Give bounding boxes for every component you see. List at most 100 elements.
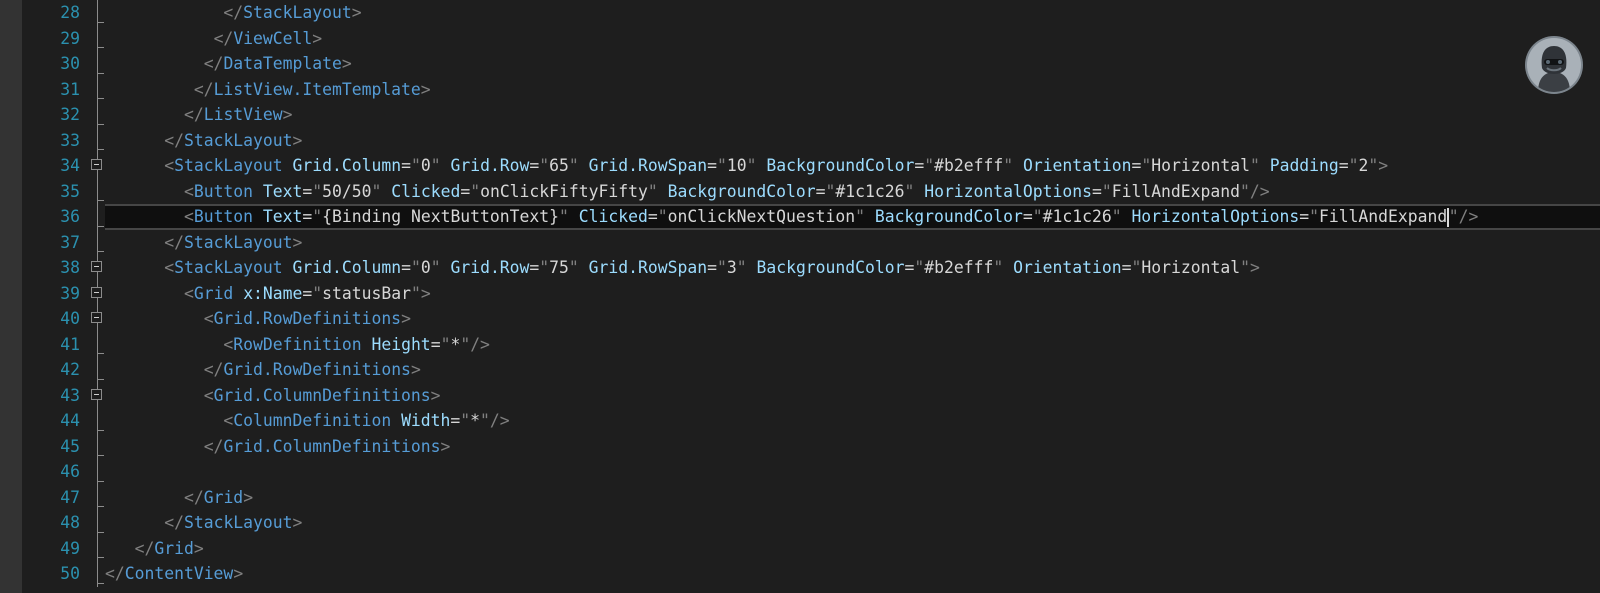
code-token: " [460, 411, 471, 430]
code-token: < [183, 283, 194, 303]
line-number: 28 [60, 3, 80, 22]
code-token: > [341, 54, 352, 73]
code-token: ListView [203, 105, 283, 124]
code-token: = [707, 156, 717, 175]
collapse-toggle-icon[interactable] [91, 388, 102, 400]
code-token: < [203, 385, 214, 405]
code-line[interactable]: <ColumnDefinition Width="*"/> [105, 408, 1600, 434]
code-token: " [410, 156, 421, 175]
collapse-toggle-icon[interactable] [91, 286, 102, 298]
code-token: Height [371, 334, 431, 354]
code-line[interactable]: <StackLayout Grid.Column="0" Grid.Row="6… [105, 153, 1600, 179]
fold-guide [80, 229, 108, 255]
code-token: /> [470, 334, 490, 354]
code-token: = [904, 258, 915, 277]
code-token: " [440, 334, 451, 354]
code-token: " [1448, 207, 1459, 226]
code-editor[interactable]: 28 29 30 31 32 33 34 35 36 37 38 39 40 41 42 43 44 45 46 47… [0, 0, 1600, 593]
code-token: " [1348, 156, 1359, 175]
line-number: 48 [60, 513, 80, 532]
fold-guide [80, 153, 108, 179]
collapse-toggle-icon[interactable] [91, 261, 102, 272]
code-line[interactable]: <Grid x:Name="statusBar"> [105, 281, 1600, 307]
code-line[interactable]: </DataTemplate> [105, 51, 1600, 77]
code-line[interactable]: </StackLayout> [105, 128, 1600, 154]
code-token: onClickFiftyFifty [480, 181, 648, 201]
code-line[interactable]: </Grid.ColumnDefinitions> [105, 434, 1600, 460]
fold-guide [80, 510, 108, 536]
code-line[interactable]: </Grid> [105, 485, 1600, 511]
code-token: > [193, 538, 204, 558]
code-token: Grid.RowDefinitions [213, 309, 402, 328]
code-line[interactable]: </Grid> [105, 536, 1600, 562]
code-token: " [1368, 156, 1379, 175]
code-line[interactable]: </ListView.ItemTemplate> [105, 77, 1600, 103]
code-token: " [1032, 207, 1043, 226]
code-line[interactable]: <Grid.RowDefinitions> [105, 306, 1600, 332]
code-token: " [1101, 181, 1112, 201]
code-line[interactable]: <Button Text="50/50" Clicked="onClickFif… [105, 179, 1600, 205]
fold-guide [80, 535, 108, 561]
code-token: /> [1249, 181, 1270, 201]
code-token: 65 [549, 156, 569, 175]
code-token: Padding [1269, 156, 1339, 175]
code-token: > [410, 360, 421, 379]
code-text-area[interactable]: </StackLayout> </ViewCell> </DataTemplat… [105, 0, 1600, 587]
code-token: = [430, 334, 441, 354]
code-token: = [401, 156, 411, 175]
code-line[interactable]: </Grid.RowDefinitions> [105, 357, 1600, 383]
code-token: Horizontal [1141, 258, 1241, 277]
code-line[interactable]: </ListView> [105, 102, 1600, 128]
user-avatar-icon[interactable] [1527, 38, 1581, 92]
code-token: = [302, 283, 313, 303]
line-number-gutter: 28 29 30 31 32 33 34 35 36 37 38 39 40 41 42 43 44 45 46 47… [22, 0, 80, 587]
line-number: 49 [60, 538, 80, 558]
code-token: Grid.RowDefinitions [223, 360, 411, 379]
fold-guide [80, 459, 108, 485]
code-token: ViewCell [233, 28, 313, 48]
collapse-toggle-icon[interactable] [91, 159, 102, 170]
current-code-line[interactable]: <Button Text="{Binding NextButtonText}" … [105, 204, 1600, 230]
code-token: > [420, 283, 431, 303]
line-number: 31 [60, 79, 80, 99]
fold-guide [80, 178, 108, 204]
code-token: " [539, 258, 550, 277]
code-line[interactable] [105, 459, 1600, 485]
code-line[interactable]: <Grid.ColumnDefinitions> [105, 383, 1600, 409]
line-number: 34 [60, 156, 80, 175]
code-line[interactable]: </ViewCell> [105, 26, 1600, 52]
code-token: 75 [549, 258, 569, 277]
code-token: Grid.ColumnDefinitions [223, 436, 441, 456]
code-token: < [183, 207, 194, 226]
collapse-toggle-icon[interactable] [91, 312, 102, 323]
code-token: #b2efff [934, 156, 1004, 175]
fold-guide [80, 433, 108, 459]
fold-guide [80, 76, 108, 102]
fold-guide [80, 51, 108, 77]
code-token: x:Name [243, 283, 303, 303]
code-line[interactable]: </StackLayout> [105, 510, 1600, 536]
code-token: > [1249, 258, 1260, 277]
code-token: StackLayout [243, 3, 352, 22]
fold-guide [80, 255, 108, 281]
code-line[interactable]: </StackLayout> [105, 230, 1600, 256]
code-token: " [539, 156, 550, 175]
code-token: = [1299, 207, 1310, 226]
code-token: = [1022, 207, 1033, 226]
code-token: </ [134, 538, 155, 558]
fold-guide [80, 484, 108, 510]
code-line[interactable]: <StackLayout Grid.Column="0" Grid.Row="7… [105, 255, 1600, 281]
code-token: " [855, 207, 865, 226]
code-line[interactable]: </StackLayout> [105, 0, 1600, 26]
code-line[interactable]: </ContentView> [105, 561, 1600, 587]
code-token: > [420, 79, 431, 99]
code-token: 2 [1358, 156, 1369, 175]
code-line[interactable]: <RowDefinition Height="*"/> [105, 332, 1600, 358]
